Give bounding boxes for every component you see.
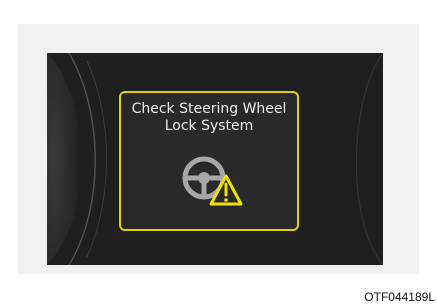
warning-message-box: Check Steering Wheel Lock System [119,91,299,231]
warning-line-1: Check Steering Wheel [131,101,287,117]
steering-wheel-warning-icon [182,156,243,206]
warning-line-2: Lock System [164,118,254,134]
cluster-display: Check Steering Wheel Lock System [47,53,383,265]
image-code: OTF044189L [364,290,435,304]
warning-message: Check Steering Wheel Lock System [121,101,297,135]
